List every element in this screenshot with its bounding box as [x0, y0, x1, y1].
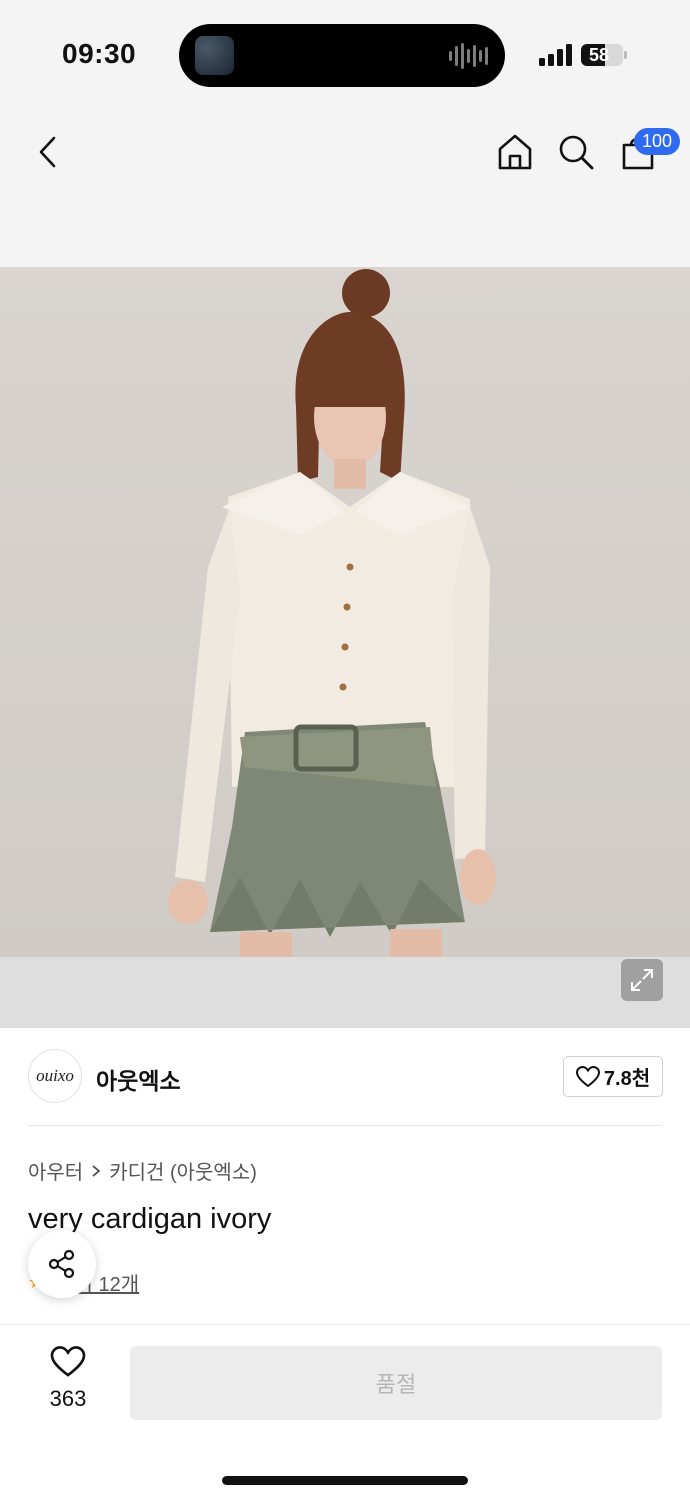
brand-name[interactable]: 아웃엑소: [96, 1062, 181, 1096]
battery-nub: [624, 51, 627, 59]
product-photo-illustration: [168, 269, 496, 957]
bottom-bar-divider: [0, 1324, 690, 1325]
top-navigation: [0, 110, 690, 267]
now-playing-artwork: [195, 36, 234, 75]
home-icon: [498, 134, 532, 170]
breadcrumb: 아우터 카디건 (아웃엑소): [28, 1156, 257, 1185]
brand-logo[interactable]: ouixo: [28, 1049, 82, 1103]
back-arrow-icon: [39, 136, 56, 168]
battery-icon: 58: [581, 44, 623, 66]
audio-wave-icon: [449, 42, 489, 70]
heart-icon: [575, 1065, 600, 1087]
heart-icon: [50, 1346, 86, 1377]
search-icon: [559, 135, 594, 170]
share-button[interactable]: [28, 1230, 96, 1298]
status-bar: 09:30 58: [0, 0, 690, 110]
search-button[interactable]: [554, 130, 598, 174]
chevron-right-icon: [92, 1164, 101, 1177]
section-divider: [28, 1125, 662, 1126]
dynamic-island[interactable]: [179, 24, 505, 87]
share-icon: [48, 1249, 75, 1279]
expand-image-button[interactable]: [621, 959, 663, 1001]
wishlist-count: 363: [49, 1386, 87, 1411]
cellular-signal-icon: [539, 44, 572, 66]
home-button[interactable]: [493, 130, 537, 174]
cart-count-badge: 100: [634, 128, 680, 155]
home-indicator[interactable]: [222, 1476, 468, 1485]
wishlist-button[interactable]: 363: [32, 1346, 104, 1418]
breadcrumb-item-cardigan[interactable]: 카디건 (아웃엑소): [109, 1156, 257, 1185]
status-time: 09:30: [62, 38, 137, 69]
product-image[interactable]: [0, 267, 690, 957]
brand-like-button[interactable]: 7.8천: [563, 1056, 663, 1097]
expand-icon: [631, 969, 653, 991]
battery-percent: 58: [588, 45, 610, 65]
image-footer-strip: [0, 957, 690, 1028]
brand-row: ouixo 아웃엑소 7.8천: [0, 1028, 690, 1126]
brand-like-count: 7.8천: [603, 1068, 651, 1090]
back-button[interactable]: [26, 130, 70, 174]
sold-out-button[interactable]: 품절: [130, 1346, 662, 1420]
breadcrumb-item-outer[interactable]: 아우터: [28, 1156, 83, 1185]
